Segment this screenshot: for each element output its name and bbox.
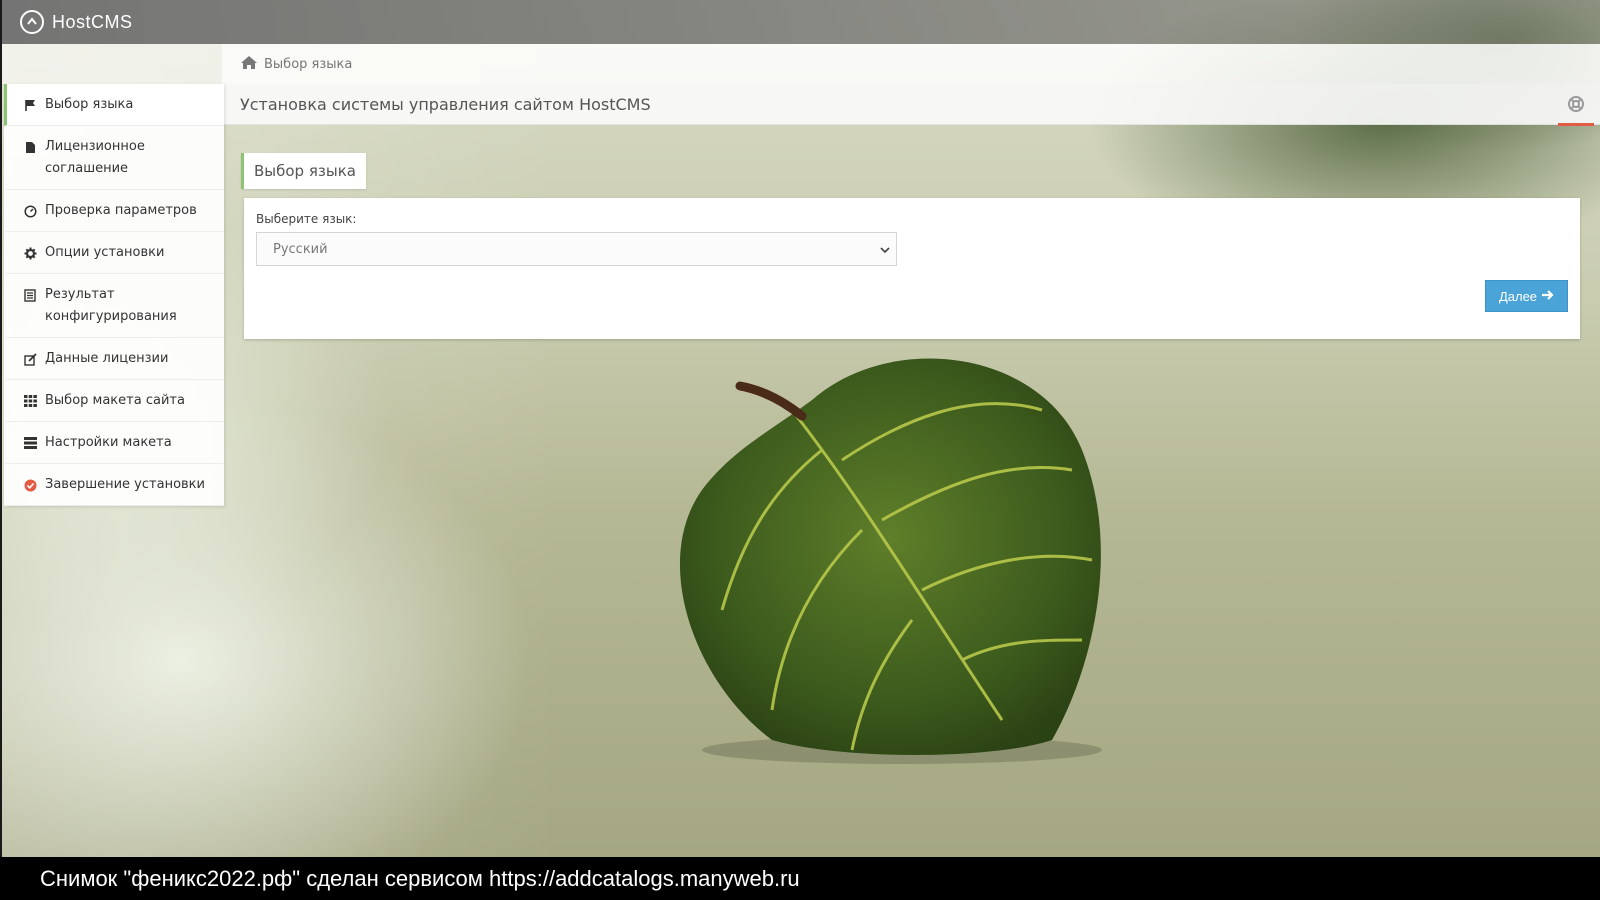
sidebar-item-label: Выбор языка (45, 97, 134, 112)
chevron-down-icon (880, 244, 890, 259)
next-button[interactable]: Далее (1485, 280, 1568, 312)
language-form-panel: Выберите язык: Русский Далее (244, 198, 1580, 339)
sidebar-item-label: Данные лицензии (45, 351, 169, 366)
install-steps-sidebar: Выбор языка Лицензионное соглашение Пров… (4, 84, 224, 506)
language-selected-value: Русский (273, 241, 328, 257)
sidebar-item-finish-install[interactable]: Завершение установки (4, 464, 224, 506)
brand-logo[interactable]: HostCMS (20, 10, 133, 34)
page-header: Установка системы управления сайтом Host… (222, 84, 1600, 126)
language-label: Выберите язык: (256, 212, 357, 226)
sidebar-item-install-options[interactable]: Опции установки (4, 232, 224, 274)
sidebar-item-label: Завершение установки (45, 477, 205, 492)
help-indicator (1558, 123, 1594, 126)
server-icon (23, 432, 37, 454)
language-select[interactable]: Русский (256, 232, 897, 266)
sidebar-item-label: Результат конфигурирования (45, 287, 177, 324)
check-circle-icon (23, 474, 37, 496)
screenshot-caption: Снимок "феникс2022.рф" сделан сервисом h… (0, 857, 1600, 900)
brand-name: HostCMS (52, 11, 133, 32)
page-title: Установка системы управления сайтом Host… (240, 94, 651, 114)
flag-icon (23, 94, 37, 116)
gear-icon (23, 242, 37, 264)
breadcrumb-current: Выбор языка (264, 56, 353, 72)
sidebar-item-language[interactable]: Выбор языка (4, 84, 224, 126)
breadcrumb: Выбор языка (2, 44, 1600, 84)
sidebar-item-label: Проверка параметров (45, 203, 197, 218)
sidebar-item-license-data[interactable]: Данные лицензии (4, 338, 224, 380)
sidebar-item-site-layout[interactable]: Выбор макета сайта (4, 380, 224, 422)
list-icon (23, 284, 37, 306)
gauge-icon (23, 200, 37, 222)
section-title-tab: Выбор языка (241, 153, 366, 189)
hostcms-logo-icon (20, 10, 44, 34)
home-icon[interactable] (240, 55, 258, 74)
file-icon (23, 136, 37, 158)
sidebar-item-check-parameters[interactable]: Проверка параметров (4, 190, 224, 232)
arrow-right-icon (1541, 289, 1554, 304)
help-lifebuoy-icon[interactable] (1566, 94, 1586, 114)
sidebar-item-layout-settings[interactable]: Настройки макета (4, 422, 224, 464)
next-button-label: Далее (1498, 288, 1538, 304)
edit-icon (23, 348, 37, 370)
top-navbar: HostCMS (2, 0, 1600, 44)
sidebar-item-license-agreement[interactable]: Лицензионное соглашение (4, 126, 224, 190)
sidebar-item-label: Опции установки (45, 245, 165, 260)
leaf-illustration (679, 358, 1102, 764)
grid-icon (23, 390, 37, 412)
sidebar-item-config-result[interactable]: Результат конфигурирования (4, 274, 224, 338)
sidebar-item-label: Выбор макета сайта (45, 393, 185, 408)
sidebar-item-label: Лицензионное соглашение (45, 139, 145, 176)
sidebar-item-label: Настройки макета (45, 435, 172, 450)
background-image (2, 0, 1600, 857)
